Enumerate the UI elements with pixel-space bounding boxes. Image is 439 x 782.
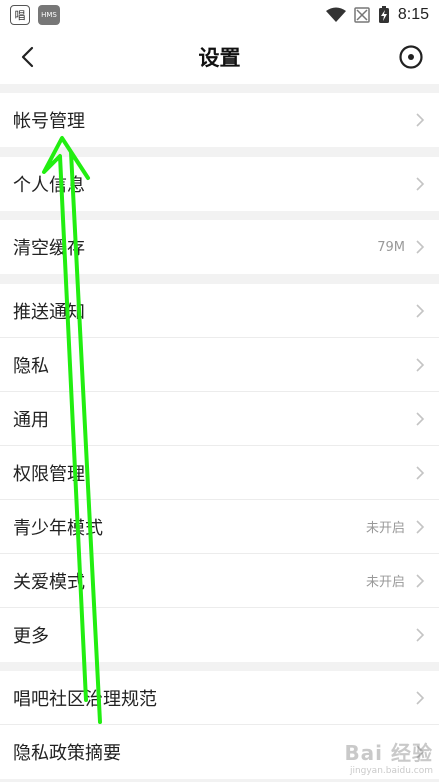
back-button[interactable]	[12, 42, 42, 72]
app-header: 设置	[0, 30, 439, 84]
row-label: 推送通知	[13, 301, 85, 323]
chevron-right-icon	[416, 519, 425, 534]
row-label: 关爱模式	[13, 571, 85, 593]
chevron-right-icon	[416, 465, 425, 480]
settings-group-account: 帐号管理	[0, 93, 439, 147]
no-sim-icon	[354, 7, 370, 23]
settings-row-community-guidelines[interactable]: 唱吧社区治理规范	[0, 671, 439, 725]
chevron-right-icon	[416, 240, 425, 254]
settings-row-privacy[interactable]: 隐私	[0, 338, 439, 392]
settings-row-teen-mode[interactable]: 青少年模式 未开启	[0, 500, 439, 554]
settings-row-care-mode[interactable]: 关爱模式 未开启	[0, 554, 439, 608]
settings-row-more[interactable]: 更多	[0, 608, 439, 662]
row-label: 青少年模式	[13, 517, 103, 539]
watermark-logo: Bai 经验	[344, 740, 433, 765]
settings-group-general: 推送通知 隐私 通用 权限管理 青少年模式 未开启 关爱模式 未开启 更多	[0, 284, 439, 662]
settings-row-personal-info[interactable]: 个人信息	[0, 157, 439, 211]
chevron-right-icon	[416, 573, 425, 588]
settings-row-push-notifications[interactable]: 推送通知	[0, 284, 439, 338]
settings-row-account-management[interactable]: 帐号管理	[0, 93, 439, 147]
chevron-right-icon	[416, 177, 425, 191]
chevron-right-icon	[416, 411, 425, 426]
cache-size-value: 79M	[377, 239, 405, 255]
hms-notification-icon: HMS	[38, 5, 60, 25]
record-button[interactable]	[397, 43, 425, 71]
care-mode-status: 未开启	[365, 575, 405, 590]
row-label: 唱吧社区治理规范	[13, 688, 157, 710]
battery-charging-icon	[378, 6, 389, 23]
settings-row-general[interactable]: 通用	[0, 392, 439, 446]
chevron-right-icon	[416, 357, 425, 372]
chevron-right-icon	[416, 628, 425, 642]
settings-group-cache: 清空缓存 79M	[0, 220, 439, 274]
row-label: 隐私政策摘要	[13, 743, 121, 764]
chevron-right-icon	[416, 690, 425, 705]
row-label: 更多	[13, 626, 49, 647]
wifi-icon	[325, 7, 346, 22]
row-label: 帐号管理	[13, 111, 85, 132]
settings-group-profile: 个人信息	[0, 157, 439, 211]
app-notification-icon: 唱	[10, 5, 30, 25]
watermark-url: jingyan.baidu.com	[349, 765, 433, 776]
chevron-right-icon	[416, 303, 425, 318]
chevron-left-icon	[21, 46, 34, 68]
row-label: 个人信息	[13, 175, 85, 196]
status-time: 8:15	[397, 6, 429, 23]
settings-row-permissions[interactable]: 权限管理	[0, 446, 439, 500]
teen-mode-status: 未开启	[365, 521, 405, 536]
record-circle-icon	[399, 45, 423, 69]
status-bar: 唱 HMS 8:15	[0, 0, 439, 30]
page-title: 设置	[198, 46, 241, 70]
baidu-watermark: Bai 经验 jingyan.baidu.com	[323, 736, 433, 776]
settings-row-clear-cache[interactable]: 清空缓存 79M	[0, 220, 439, 274]
row-label: 清空缓存	[13, 238, 85, 259]
chevron-right-icon	[416, 113, 425, 127]
row-label: 隐私	[13, 355, 49, 377]
row-label: 权限管理	[13, 463, 85, 485]
row-label: 通用	[13, 409, 49, 431]
